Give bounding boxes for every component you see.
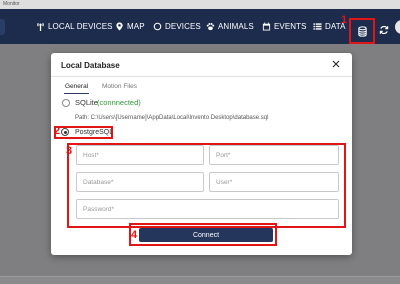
- postgres-label: PostgreSQL: [75, 129, 114, 136]
- callout-number-4: 4: [131, 229, 138, 241]
- database-input[interactable]: [76, 172, 204, 192]
- sqlite-label: SQLite: [75, 98, 98, 107]
- paw-icon: [206, 22, 215, 31]
- dialog-divider: [51, 76, 352, 77]
- user-avatar[interactable]: [395, 20, 400, 34]
- dialog-title: Local Database: [61, 61, 120, 70]
- map-pin-icon: [116, 22, 123, 31]
- sync-icon: [379, 25, 389, 35]
- tab-motion-files[interactable]: Motion Files: [102, 82, 137, 91]
- callout-number-2: 2: [54, 125, 61, 137]
- bottom-strip: [0, 276, 400, 284]
- nav-animals[interactable]: ANIMALS: [206, 9, 254, 44]
- callout-number-1: 1: [341, 14, 348, 26]
- user-input[interactable]: [209, 172, 339, 192]
- antenna-icon: [37, 22, 44, 31]
- postgres-radio[interactable]: [61, 128, 69, 136]
- sqlite-path: Path: C:\Users\[Username]\AppData\Local\…: [75, 115, 269, 121]
- local-database-button[interactable]: [349, 18, 375, 44]
- nav-map[interactable]: MAP: [115, 9, 145, 44]
- tab-general[interactable]: General: [63, 82, 90, 94]
- close-icon: [332, 60, 340, 68]
- sync-button[interactable]: [379, 22, 389, 40]
- sqlite-status: (connnected): [97, 98, 141, 107]
- close-button[interactable]: [331, 59, 341, 69]
- window-titlebar: Monitor: [0, 0, 400, 9]
- sqlite-radio[interactable]: [62, 99, 70, 107]
- calendar-icon: [262, 22, 271, 31]
- local-database-dialog: Local Database General Motion Files SQLi…: [51, 53, 352, 255]
- device-ring-icon: [153, 22, 162, 31]
- password-input[interactable]: [76, 199, 339, 219]
- database-icon: [357, 25, 367, 37]
- nav-local-devices[interactable]: LOCAL DEVICES: [36, 9, 113, 44]
- connect-button[interactable]: Connect: [139, 228, 273, 242]
- window-title: Monitor: [3, 1, 20, 7]
- nav-events[interactable]: EVENTS: [262, 9, 307, 44]
- list-icon: [313, 23, 322, 30]
- port-input[interactable]: [209, 145, 339, 165]
- callout-number-3: 3: [66, 145, 73, 157]
- host-input[interactable]: [76, 145, 204, 165]
- nav-devices[interactable]: DEVICES: [153, 9, 201, 44]
- top-navbar: LOCAL DEVICES MAP DEVICES ANIMALS EVENTS…: [0, 9, 400, 44]
- app-logo: [0, 19, 5, 35]
